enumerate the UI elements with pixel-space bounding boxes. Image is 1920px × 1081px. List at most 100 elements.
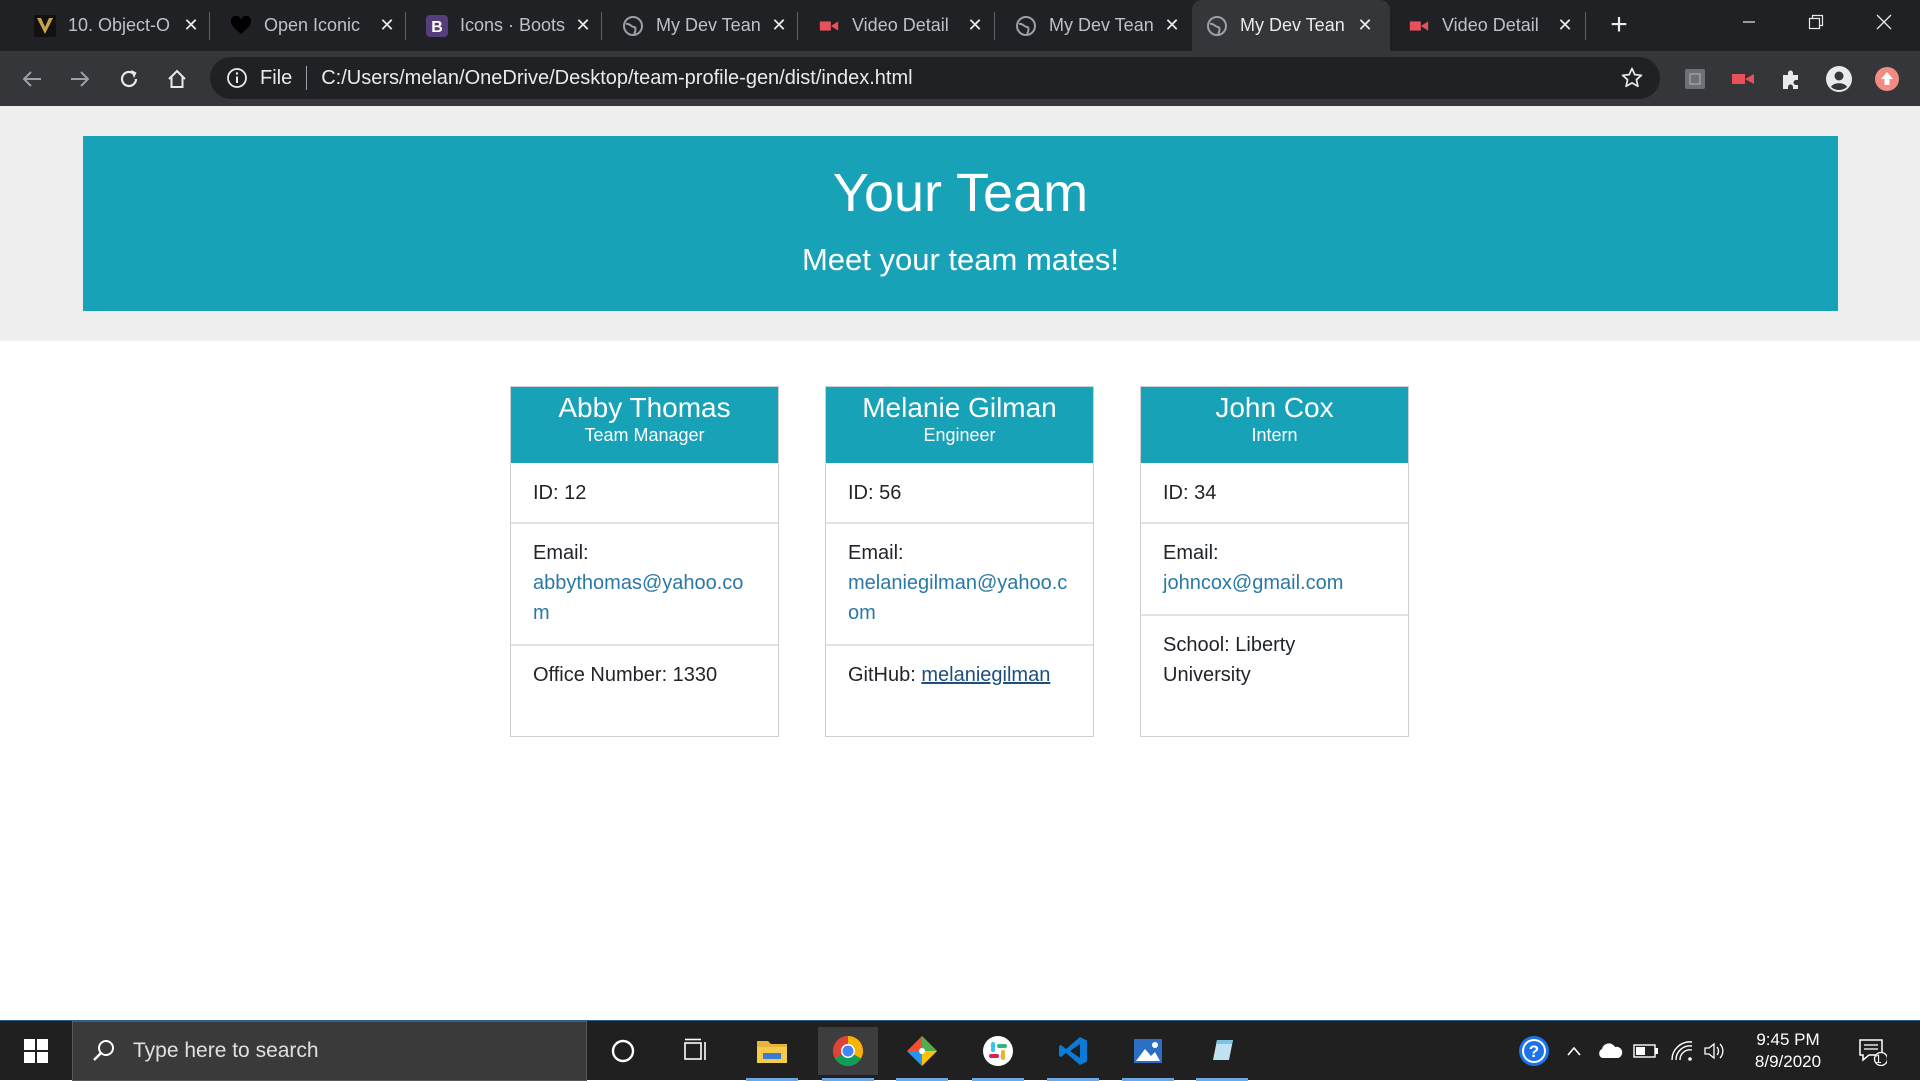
browser-tab[interactable]: Open Iconic ✕ [216,0,412,51]
github-label: GitHub: [848,664,922,686]
office-number: Office Number: 1330 [533,664,718,686]
employee-role: Team Manager [584,425,705,445]
minimize-window-icon[interactable] [1718,0,1780,44]
cortana-icon[interactable] [593,1027,653,1075]
file-explorer-icon[interactable] [742,1027,802,1081]
jumbotron: Your Team Meet your team mates! [83,136,1838,311]
close-tab-icon[interactable]: ✕ [1159,13,1185,39]
tab-title: Video Detail [1442,15,1539,35]
restore-window-icon[interactable] [1785,0,1847,44]
close-tab-icon[interactable]: ✕ [374,13,400,39]
forward-arrow-icon[interactable] [64,63,96,95]
globe-icon [1015,15,1037,37]
email-link[interactable]: johncox@gmail.com [1163,572,1343,594]
employee-role: Engineer [923,425,996,445]
close-tab-icon[interactable]: ✕ [1352,13,1378,39]
wifi-icon[interactable] [1666,1021,1698,1081]
browser-tab[interactable]: Video Detail ✕ [804,0,1000,51]
chrome-icon[interactable] [818,1027,878,1081]
employee-extra-row: GitHub: melaniegilman [826,646,1093,690]
action-center-icon[interactable]: 1 [1850,1021,1894,1081]
scheme-label: File [260,66,293,89]
employee-card: Melanie Gilman Engineer ID: 56 Email: me… [825,386,1094,737]
page-content: Your Team Meet your team mates! Abby Tho… [0,106,1920,1020]
home-icon[interactable] [161,63,193,95]
vscode-icon[interactable] [1043,1027,1103,1081]
close-tab-icon[interactable]: ✕ [962,13,988,39]
tab-title: My Dev Tean [1049,15,1154,35]
info-icon[interactable] [226,67,248,89]
chevron-up-icon[interactable] [1560,1021,1588,1081]
employee-extra-row: School: Liberty University [1141,616,1408,690]
employee-email-row: Email: abbythomas@yahoo.com [511,524,778,646]
extension-square-icon[interactable] [1679,63,1711,95]
back-arrow-icon[interactable] [16,63,48,95]
close-tab-icon[interactable]: ✕ [178,13,204,39]
email-label: Email: [533,542,589,564]
email-link[interactable]: abbythomas@yahoo.com [533,572,743,624]
email-link[interactable]: melaniegilman@yahoo.com [848,572,1067,624]
employee-id: ID: 56 [826,463,1093,524]
update-arrow-icon[interactable] [1871,63,1903,95]
windows-start-icon[interactable] [0,1021,72,1081]
employee-id: ID: 34 [1141,463,1408,524]
tab-title: Video Detail [852,15,949,35]
github-link[interactable]: melaniegilman [921,664,1050,686]
employee-email-row: Email: johncox@gmail.com [1141,524,1408,616]
profile-avatar-icon[interactable] [1823,63,1855,95]
windows-taskbar: Type here to search ? 9:45 PM 8/9/2020 1 [0,1020,1920,1081]
reload-icon[interactable] [113,63,145,95]
browser-tab[interactable]: My Dev Tean ✕ [1001,0,1197,51]
employee-name: Melanie Gilman [862,392,1057,423]
bootstrap-b-icon: B [426,14,448,37]
url-text[interactable]: C:/Users/melan/OneDrive/Desktop/team-pro… [321,67,912,90]
browser-tab[interactable]: Video Detail ✕ [1394,0,1590,51]
video-camera-icon [818,15,840,37]
close-tab-icon[interactable]: ✕ [1552,13,1578,39]
email-label: Email: [1163,542,1219,564]
globe-icon [622,15,644,37]
close-window-icon[interactable] [1853,0,1915,44]
notepad-icon[interactable] [1192,1027,1252,1081]
git-tool-icon[interactable] [892,1027,952,1081]
taskbar-search-box[interactable]: Type here to search [72,1021,587,1081]
svg-text:B: B [431,19,443,36]
tab-title: My Dev Tean [656,15,761,35]
onedrive-cloud-icon[interactable] [1594,1021,1626,1081]
photos-icon[interactable] [1118,1027,1178,1081]
employee-extra-row: Office Number: 1330 [511,646,778,690]
globe-icon [1206,15,1228,37]
employee-card: Abby Thomas Team Manager ID: 12 Email: a… [510,386,779,737]
employee-name: John Cox [1215,392,1334,423]
new-tab-button[interactable]: + [1604,8,1634,42]
help-icon[interactable]: ? [1512,1021,1556,1081]
page-subtitle: Meet your team mates! [801,242,1119,277]
browser-toolbar: File C:/Users/melan/OneDrive/Desktop/tea… [0,51,1920,106]
search-icon [91,1038,117,1064]
address-bar[interactable]: File C:/Users/melan/OneDrive/Desktop/tea… [210,57,1660,99]
task-view-icon[interactable] [666,1027,726,1075]
volume-icon[interactable] [1700,1021,1730,1081]
notification-count: 1 [1875,1052,1882,1066]
tab-title: Open Iconic [264,15,361,35]
video-camera-icon[interactable] [1727,63,1759,95]
bookmark-star-icon[interactable] [1620,66,1644,90]
video-camera-icon [1408,15,1430,37]
slack-icon[interactable] [968,1027,1028,1081]
close-tab-icon[interactable]: ✕ [570,13,596,39]
close-tab-icon[interactable]: ✕ [766,13,792,39]
search-placeholder: Type here to search [133,1039,319,1062]
email-label: Email: [848,542,904,564]
employee-id: ID: 12 [511,463,778,524]
puzzle-extensions-icon[interactable] [1775,63,1807,95]
battery-icon[interactable] [1630,1021,1662,1081]
tab-title: 10. Object-O [68,15,171,35]
browser-tab[interactable]: B Icons · Boots ✕ [412,0,608,51]
card-header: Melanie Gilman Engineer [826,387,1093,463]
browser-tab[interactable]: My Dev Tean ✕ [608,0,804,51]
browser-tab-active[interactable]: My Dev Tean ✕ [1192,0,1390,51]
system-clock[interactable]: 9:45 PM 8/9/2020 [1728,1029,1848,1073]
browser-tab[interactable]: 10. Object-O ✕ [20,0,216,51]
tab-title: My Dev Tean [1240,15,1345,35]
card-header: John Cox Intern [1141,387,1408,463]
